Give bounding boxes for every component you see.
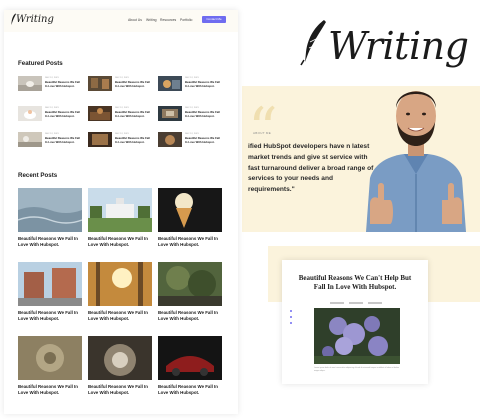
featured-post[interactable]: DEC 12, 2021 Beautiful Reasons We Fall I… [88, 106, 154, 128]
post-title: Beautiful Reasons We Fall In Love With H… [88, 384, 148, 395]
recent-post[interactable]: Beautiful Reasons We Fall In Love With H… [158, 262, 222, 346]
brand-name: Writing [328, 24, 469, 68]
post-title: Beautiful Reasons We Fall In Love With H… [18, 310, 78, 321]
share-icon[interactable] [290, 316, 292, 318]
recent-heading: Recent Posts [18, 172, 58, 179]
post-date: DEC 12, 2021 [115, 133, 129, 135]
post-thumbnail [88, 188, 152, 232]
post-title: Beautiful Reasons We Fall In Love With H… [158, 384, 218, 395]
post-thumbnail [88, 132, 112, 147]
post-title: Beautiful Reasons We Fall In Love With H… [115, 110, 150, 118]
post-date: DEC 12, 2021 [45, 77, 59, 79]
card-photo [314, 308, 400, 364]
featured-heading: Featured Posts [18, 60, 63, 67]
recent-post[interactable]: Beautiful Reasons We Fall In Love With H… [158, 336, 222, 414]
post-title: Beautiful Reasons We Fall In Love With H… [45, 80, 80, 88]
post-thumbnail [18, 188, 82, 232]
recent-post[interactable]: Beautiful Reasons We Fall In Love With H… [18, 188, 82, 272]
post-thumbnail [18, 336, 82, 380]
share-icon[interactable] [290, 310, 292, 312]
share-icon[interactable] [290, 322, 292, 324]
recent-post[interactable]: Beautiful Reasons We Fall In Love With H… [88, 336, 152, 414]
nav-about[interactable]: About Us [128, 18, 142, 22]
quill-icon [300, 20, 326, 66]
card-title: Beautiful Reasons We Can't Help But Fall… [298, 274, 412, 291]
recent-post[interactable]: Beautiful Reasons We Fall In Love With H… [88, 188, 152, 272]
post-title: Beautiful Reasons We Fall In Love With H… [158, 236, 218, 247]
featured-post[interactable]: DEC 12, 2021 Beautiful Reasons We Fall I… [158, 132, 224, 154]
post-title: Beautiful Reasons We Fall In Love With H… [158, 310, 218, 321]
post-thumbnail [18, 76, 42, 91]
post-thumbnail [18, 262, 82, 306]
post-thumbnail [158, 106, 182, 121]
contact-button[interactable]: Contact Me [202, 16, 226, 23]
recent-post[interactable]: Beautiful Reasons We Fall In Love With H… [158, 188, 222, 272]
post-title: Beautiful Reasons We Fall In Love With H… [45, 136, 80, 144]
post-thumbnail [158, 336, 222, 380]
nav-portfolio[interactable]: Portfolio [180, 18, 192, 22]
brand-logo: Writing [298, 18, 469, 70]
post-thumbnail [88, 106, 112, 121]
recent-post[interactable]: Beautiful Reasons We Fall In Love With H… [18, 262, 82, 346]
card-caption: Lorem ipsum dolor sit amet consectetur a… [314, 367, 400, 372]
post-date: DEC 12, 2021 [185, 133, 199, 135]
post-title: Beautiful Reasons We Fall In Love With H… [88, 236, 148, 247]
featured-post[interactable]: DEC 12, 2021 Beautiful Reasons We Fall I… [18, 132, 84, 154]
nav-resources[interactable]: Resources [160, 18, 176, 22]
post-title: Beautiful Reasons We Fall In Love With H… [18, 384, 78, 395]
recent-post[interactable]: Beautiful Reasons We Fall In Love With H… [18, 336, 82, 414]
post-date: DEC 12, 2021 [115, 77, 129, 79]
post-thumbnail [18, 132, 42, 147]
featured-post[interactable]: DEC 12, 2021 Beautiful Reasons We Fall I… [158, 76, 224, 98]
post-title: Beautiful Reasons We Fall In Love With H… [115, 80, 150, 88]
post-date: DEC 12, 2021 [115, 107, 129, 109]
post-thumbnail [88, 76, 112, 91]
post-thumbnail [158, 262, 222, 306]
post-title: Beautiful Reasons We Fall In Love With H… [115, 136, 150, 144]
post-title: Beautiful Reasons We Fall In Love With H… [45, 110, 80, 118]
post-thumbnail [158, 188, 222, 232]
featured-post[interactable]: DEC 12, 2021 Beautiful Reasons We Fall I… [88, 132, 154, 154]
post-date: DEC 12, 2021 [45, 133, 59, 135]
blog-post-card[interactable]: Beautiful Reasons We Can't Help But Fall… [282, 260, 428, 384]
post-date: DEC 12, 2021 [45, 107, 59, 109]
post-meta [330, 302, 382, 304]
post-date: DEC 12, 2021 [185, 77, 199, 79]
site-logo[interactable]: Writing [10, 13, 54, 27]
author-photo [366, 91, 466, 232]
post-title: Beautiful Reasons We Fall In Love With H… [185, 136, 220, 144]
quote-label: ABOUT ME [253, 131, 272, 135]
post-title: Beautiful Reasons We Fall In Love With H… [18, 236, 78, 247]
website-mockup: Writing About Us Writing Resources Portf… [4, 10, 238, 414]
post-thumbnail [158, 132, 182, 147]
post-date: DEC 12, 2021 [185, 107, 199, 109]
featured-post[interactable]: DEC 12, 2021 Beautiful Reasons We Fall I… [18, 76, 84, 98]
nav-writing[interactable]: Writing [146, 18, 157, 22]
post-thumbnail [18, 106, 42, 121]
post-thumbnail [88, 336, 152, 380]
post-title: Beautiful Reasons We Fall In Love With H… [88, 310, 148, 321]
featured-post[interactable]: DEC 12, 2021 Beautiful Reasons We Fall I… [88, 76, 154, 98]
post-title: Beautiful Reasons We Fall In Love With H… [185, 80, 220, 88]
recent-post[interactable]: Beautiful Reasons We Fall In Love With H… [88, 262, 152, 346]
featured-post[interactable]: DEC 12, 2021 Beautiful Reasons We Fall I… [158, 106, 224, 128]
site-logo-text: Writing [16, 14, 54, 25]
post-thumbnail [88, 262, 152, 306]
post-title: Beautiful Reasons We Fall In Love With H… [185, 110, 220, 118]
post-thumbnail [158, 76, 182, 91]
featured-post[interactable]: DEC 12, 2021 Beautiful Reasons We Fall I… [18, 106, 84, 128]
